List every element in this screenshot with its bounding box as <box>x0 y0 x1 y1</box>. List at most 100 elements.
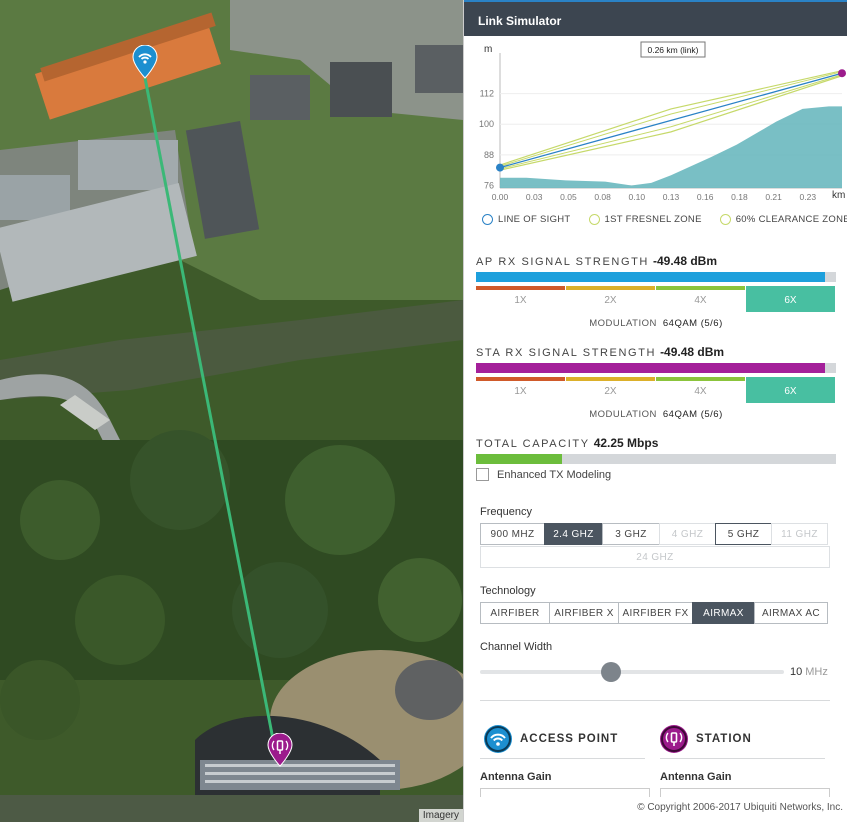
ap-antenna-gain-label: Antenna Gain <box>480 771 552 783</box>
end-point <box>838 69 846 78</box>
tech-airfiber-fx[interactable]: AIRFIBER FX <box>618 602 693 624</box>
x-tick-label: 0.21 <box>765 192 782 202</box>
channel-width-value: 10 MHz <box>790 666 828 678</box>
legend-fresnel-zone: 1ST FRESNEL ZONE <box>588 214 702 225</box>
frequency-label: Frequency <box>480 506 532 518</box>
frequency-options: 900 MHZ 2.4 GHZ 3 GHZ 4 GHZ 5 GHZ 11 GHZ <box>480 523 830 545</box>
sta-mod-6x: 6X <box>746 377 835 403</box>
x-tick-label: 0.18 <box>731 192 748 202</box>
sta-mod-2x: 2X <box>566 377 655 403</box>
station-title: STATION <box>696 733 752 745</box>
freq-2-4ghz[interactable]: 2.4 GHZ <box>544 523 603 545</box>
access-point-pin[interactable] <box>132 44 158 79</box>
enhanced-tx-checkbox[interactable] <box>476 468 489 481</box>
elevation-chart-svg: m km 76 88 100 112 0.00 0.03 0.05 0.08 0.10 0.13 0… <box>464 36 847 206</box>
station-header[interactable]: STATION <box>660 725 752 753</box>
satellite-map[interactable]: Imagery <box>0 0 463 822</box>
access-point-title: ACCESS POINT <box>520 733 619 745</box>
capacity-bar <box>476 454 836 464</box>
copyright-text: © Copyright 2006-2017 Ubiquiti Networks,… <box>464 797 847 822</box>
y-tick-label: 100 <box>479 119 494 129</box>
capacity-title: TOTAL CAPACITY 42.25 Mbps <box>476 436 659 450</box>
y-tick-label: 88 <box>484 150 494 160</box>
sta-modulation-levels: 1X 2X 4X 6X <box>476 377 836 403</box>
x-tick-label: 0.00 <box>492 192 509 202</box>
link-distance-label: 0.26 km (link) <box>640 41 706 58</box>
legend-line-of-sight: LINE OF SIGHT <box>482 214 571 225</box>
ap-modulation: MODULATION 64QAM (5/6) <box>589 318 723 329</box>
x-tick-label: 0.23 <box>800 192 817 202</box>
x-tick-label: 0.08 <box>594 192 611 202</box>
sta-signal-bar <box>476 363 836 373</box>
channel-width-slider[interactable] <box>480 670 784 674</box>
link-line <box>143 77 279 761</box>
station-pin[interactable] <box>267 732 293 767</box>
access-point-header[interactable]: ACCESS POINT <box>484 725 618 753</box>
elevation-profile-chart: m km 76 88 100 112 0.00 0.03 0.05 0.08 0.10 0.13 0… <box>464 36 847 206</box>
x-tick-label: 0.05 <box>560 192 577 202</box>
freq-3ghz[interactable]: 3 GHZ <box>602 523 660 545</box>
x-tick-label: 0.13 <box>663 192 680 202</box>
wifi-icon <box>484 725 512 753</box>
frequency-section: Frequency 900 MHZ 2.4 GHZ 3 GHZ 4 GHZ 5 … <box>480 506 830 568</box>
sta-signal-value: -49.48 dBm <box>660 345 725 359</box>
x-tick-label: 0.10 <box>629 192 646 202</box>
y-axis-unit: m <box>484 44 492 55</box>
ap-mod-1x: 1X <box>476 286 565 312</box>
link-simulator-panel: Link Simulator m km 76 88 100 112 0.00 0.03 0.… <box>463 0 847 822</box>
station-header-underline <box>660 758 825 759</box>
channel-width-slider-handle[interactable] <box>600 662 621 682</box>
start-point <box>496 163 504 172</box>
y-tick-label: 112 <box>480 89 494 99</box>
antenna-icon <box>660 725 688 753</box>
y-tick-label: 76 <box>484 180 494 190</box>
ap-signal-title: AP RX SIGNAL STRENGTH -49.48 dBm <box>476 254 717 268</box>
legend-line-of-sight-icon <box>482 214 493 225</box>
ap-modulation-levels: 1X 2X 4X 6X <box>476 286 836 312</box>
freq-11ghz: 11 GHZ <box>771 523 828 545</box>
technology-section: Technology AIRFIBER AIRFIBER X AIRFIBER … <box>480 585 830 624</box>
panel-title: Link Simulator <box>464 0 847 36</box>
chart-legend: LINE OF SIGHT 1ST FRESNEL ZONE 60% CLEAR… <box>482 214 847 225</box>
tech-airmax[interactable]: AIRMAX <box>692 602 755 624</box>
link-distance-text: 0.26 km (link) <box>647 45 698 55</box>
antenna-pin-icon <box>267 732 293 767</box>
sta-modulation: MODULATION 64QAM (5/6) <box>589 409 723 420</box>
wifi-pin-icon <box>132 44 158 79</box>
x-axis-unit: km <box>832 190 845 201</box>
ap-mod-6x: 6X <box>746 286 835 312</box>
ap-header-underline <box>480 758 645 759</box>
ap-mod-4x: 4X <box>656 286 745 312</box>
x-tick-label: 0.03 <box>526 192 543 202</box>
legend-fresnel-icon <box>588 214 600 225</box>
sta-signal-block: STA RX SIGNAL STRENGTH -49.48 dBm 1X 2X 4… <box>476 345 836 420</box>
tech-airmax-ac[interactable]: AIRMAX AC <box>754 602 828 624</box>
enhanced-tx-label: Enhanced TX Modeling <box>497 468 612 481</box>
channel-width-section: Channel Width <box>480 641 830 658</box>
ap-signal-bar <box>476 272 836 282</box>
legend-clearance-zone: 60% CLEARANCE ZONE <box>719 214 847 225</box>
imagery-credit: Imagery <box>418 809 463 822</box>
station-antenna-gain-label: Antenna Gain <box>660 771 732 783</box>
ap-signal-value: -49.48 dBm <box>652 254 717 268</box>
channel-width-label: Channel Width <box>480 641 553 653</box>
tech-airfiber[interactable]: AIRFIBER <box>480 602 550 624</box>
enhanced-tx-row[interactable]: Enhanced TX Modeling <box>476 468 611 481</box>
legend-clearance-icon <box>719 214 731 225</box>
sta-mod-4x: 4X <box>656 377 745 403</box>
freq-900mhz[interactable]: 900 MHZ <box>480 523 545 545</box>
ap-mod-2x: 2X <box>566 286 655 312</box>
capacity-value: 42.25 Mbps <box>593 436 659 450</box>
technology-options: AIRFIBER AIRFIBER X AIRFIBER FX AIRMAX A… <box>480 602 830 624</box>
sta-mod-1x: 1X <box>476 377 565 403</box>
capacity-block: TOTAL CAPACITY 42.25 Mbps <box>476 436 836 464</box>
technology-label: Technology <box>480 585 536 597</box>
ap-signal-block: AP RX SIGNAL STRENGTH -49.48 dBm 1X 2X 4X… <box>476 254 836 329</box>
sta-signal-title: STA RX SIGNAL STRENGTH -49.48 dBm <box>476 345 725 359</box>
x-tick-label: 0.16 <box>697 192 714 202</box>
freq-24ghz: 24 GHZ <box>480 546 830 568</box>
freq-5ghz[interactable]: 5 GHZ <box>715 523 772 545</box>
section-divider <box>480 700 830 701</box>
freq-4ghz: 4 GHZ <box>659 523 716 545</box>
tech-airfiber-x[interactable]: AIRFIBER X <box>549 602 619 624</box>
